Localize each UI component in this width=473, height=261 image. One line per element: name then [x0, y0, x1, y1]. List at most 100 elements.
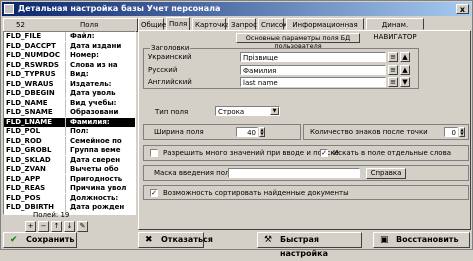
- tab-3[interactable]: Запрос: [228, 18, 257, 30]
- allow-multi-checkbox[interactable]: [150, 149, 158, 157]
- field-row[interactable]: FLD_POL Пол:: [4, 127, 135, 136]
- field-name: FLD_POS: [6, 193, 41, 202]
- tab-1[interactable]: Поля: [166, 17, 190, 31]
- field-type-select[interactable]: Строка ▼: [215, 106, 280, 116]
- tab-5[interactable]: Информационная карточка: [286, 18, 364, 41]
- width-input[interactable]: 40: [236, 127, 258, 137]
- field-row[interactable]: FLD_RSWRDS Слова из на: [4, 60, 135, 70]
- tab-0[interactable]: Общие: [138, 18, 166, 30]
- options-box: Разрешить много значений при вводе и пои…: [143, 145, 469, 161]
- fields-list-scrollbar[interactable]: [130, 31, 135, 213]
- field-name: FLD_DBEGIN: [6, 89, 55, 97]
- column-separator: [65, 98, 66, 108]
- ukrainian-name-input[interactable]: Прізвище: [240, 52, 386, 62]
- checkmark-icon: ✔: [10, 235, 18, 245]
- decimals-input[interactable]: 0: [444, 127, 458, 137]
- help-button[interactable]: Справка: [366, 168, 406, 179]
- field-row[interactable]: FLD_SNAME Образовани: [4, 108, 135, 117]
- cancel-button[interactable]: ✖ Отказаться: [138, 232, 213, 248]
- column-separator: [65, 32, 66, 41]
- button-bar: ✔ Сохранить ✖ Отказаться ⚒ Быстрая настр…: [1, 231, 472, 258]
- field-row[interactable]: FLD_REAS Причина увол: [4, 184, 135, 193]
- width-box: Ширина поля 40 ▲ ▼: [143, 124, 301, 140]
- mask-input[interactable]: [228, 168, 360, 178]
- field-name: FLD_APP: [6, 174, 41, 183]
- width-spinner[interactable]: ▲ ▼: [259, 127, 265, 137]
- column-separator: [65, 174, 66, 184]
- field-row[interactable]: FLD_WRAUS Издатель:: [4, 79, 135, 89]
- field-name: FLD_GROBL: [6, 146, 52, 154]
- column-separator: [65, 184, 66, 193]
- arrow-up-down-icon[interactable]: ▲: [400, 65, 410, 75]
- settings-window: Детальная настройка базы Учет персонала …: [0, 0, 473, 258]
- basic-params-button[interactable]: Основные параметры поля БД пользователя: [236, 33, 360, 50]
- russian-name-input[interactable]: Фамилия: [240, 65, 386, 75]
- column-separator: [65, 89, 66, 98]
- field-row[interactable]: FLD_TYPRUS Вид:: [4, 70, 135, 79]
- column-separator: [65, 70, 66, 79]
- field-row[interactable]: FLD_DBIRTH Дата рожден: [4, 203, 135, 212]
- field-row[interactable]: FLD_NAME Вид учебы:: [4, 98, 135, 108]
- list-icon[interactable]: ≡: [388, 65, 398, 75]
- fields-list[interactable]: FLD_FILE Файл: FLD_DACCPT Дата издани FLD_NU…: [3, 31, 136, 215]
- tab-4[interactable]: Список: [258, 18, 287, 30]
- quick-setup-button[interactable]: ⚒ Быстрая настройка: [257, 232, 362, 258]
- names-group: Заголовки Украинский Прізвище Русский Фа…: [143, 44, 419, 89]
- field-name: FLD_WRAUS: [6, 79, 54, 88]
- app-icon: [4, 4, 14, 14]
- arrow-up-icon[interactable]: ▲: [400, 52, 410, 62]
- list-icon[interactable]: ≡: [388, 52, 398, 62]
- sort-checkbox[interactable]: ✓: [150, 189, 158, 197]
- column-separator: [65, 146, 66, 155]
- field-row[interactable]: FLD_APP Пригодность: [4, 174, 135, 184]
- field-name: FLD_POL: [6, 127, 41, 135]
- close-button[interactable]: x: [456, 4, 469, 14]
- column-separator: [65, 193, 66, 203]
- wrench-icon: ⚒: [264, 235, 273, 245]
- column-separator: [65, 51, 66, 60]
- restore-label: Восстановить: [396, 235, 459, 244]
- field-label: Вид:: [70, 70, 89, 78]
- restore-icon: ▣: [380, 235, 389, 245]
- field-row[interactable]: FLD_DBEGIN Дата уволь: [4, 89, 135, 98]
- field-row[interactable]: FLD_POS Должность:: [4, 193, 135, 203]
- field-row[interactable]: FLD_DACCPT Дата издани: [4, 41, 135, 51]
- label-russian: Русский: [148, 66, 178, 74]
- mask-box: Маска введения поля Справка: [143, 165, 469, 181]
- english-name-input[interactable]: last name: [240, 77, 386, 87]
- column-separator: [65, 79, 66, 89]
- mask-label: Маска введения поля: [154, 169, 234, 177]
- tab-2[interactable]: Карточка: [192, 18, 230, 30]
- search-words-label: Искать в поле отдельные слова: [333, 149, 452, 157]
- fields-count-header: 52: [16, 21, 25, 29]
- field-name: FLD_REAS: [6, 184, 46, 192]
- field-label: Фамилия:: [70, 117, 110, 126]
- fields-list-header: 52 Поля: [3, 18, 138, 32]
- field-name: FLD_NAME: [6, 98, 48, 107]
- restore-button[interactable]: ▣ Восстановить: [373, 232, 470, 248]
- sort-label: Возможность сортировать найденные докуме…: [163, 189, 349, 197]
- field-row[interactable]: FLD_FILE Файл:: [4, 32, 135, 41]
- tab-6[interactable]: Динам. НАВИГАТОР: [366, 18, 424, 41]
- field-name: FLD_DACCPT: [6, 41, 56, 50]
- column-separator: [65, 108, 66, 117]
- list-icon[interactable]: ≡: [388, 77, 398, 87]
- allow-multi-label: Разрешить много значений при вводе и пои…: [163, 149, 339, 157]
- field-row[interactable]: FLD_GROBL Группа веме: [4, 146, 135, 155]
- field-label: Номер:: [70, 51, 99, 59]
- search-words-checkbox[interactable]: ✓: [320, 149, 328, 157]
- field-label: Образовани: [70, 108, 119, 116]
- chevron-down-icon[interactable]: ▼: [270, 107, 279, 115]
- decimals-spinner[interactable]: ▲ ▼: [459, 127, 465, 137]
- arrow-down-icon[interactable]: ▼: [400, 77, 410, 87]
- field-row[interactable]: FLD_SKLAD Дата сверен: [4, 155, 135, 165]
- field-label: Причина увол: [70, 184, 127, 192]
- field-label: Файл:: [70, 32, 95, 40]
- field-row[interactable]: FLD_NUMDOC Номер:: [4, 51, 135, 60]
- field-row[interactable]: FLD_ZVAN Вычеты обо: [4, 165, 135, 174]
- field-row[interactable]: FLD_ROD Семейное по: [4, 136, 135, 146]
- save-button[interactable]: ✔ Сохранить: [3, 232, 77, 248]
- fields-panel: 52 Поля FLD_FILE Файл: FLD_DACCPT Дата изда…: [3, 18, 138, 232]
- names-group-title: Заголовки: [150, 44, 191, 53]
- field-row[interactable]: FLD_LNAME Фамилия:: [4, 117, 135, 127]
